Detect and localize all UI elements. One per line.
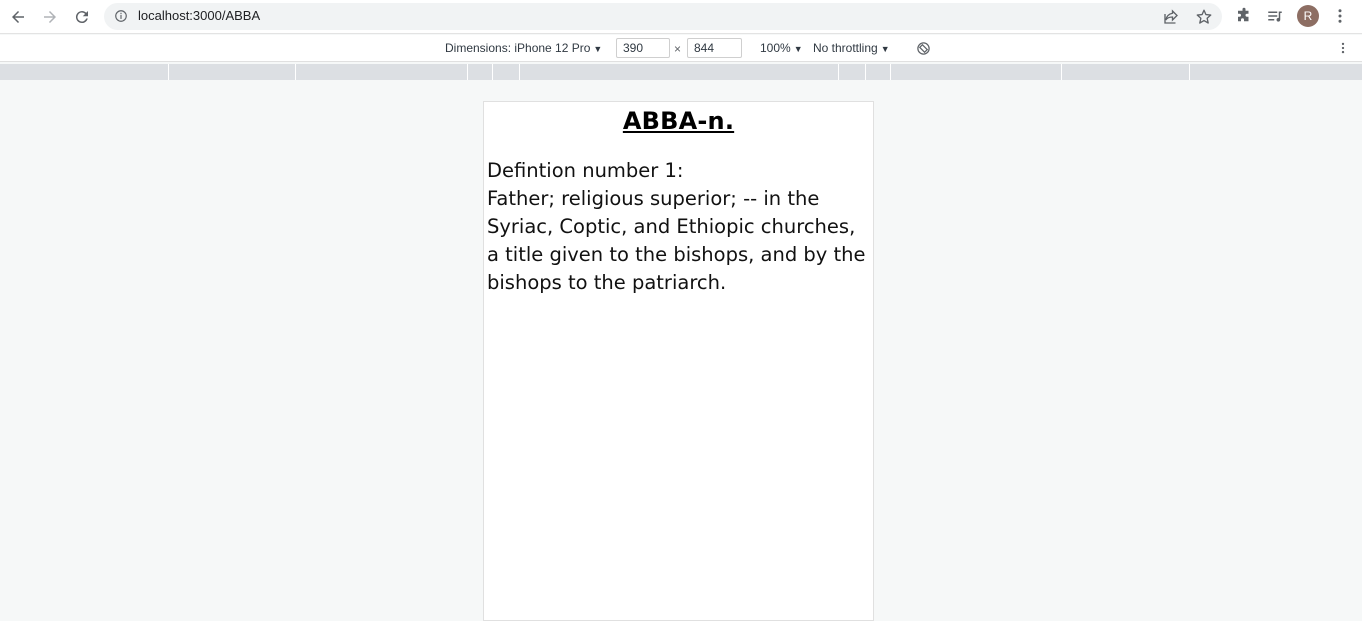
zoom-dropdown[interactable]: 100% ▼ [760,41,803,55]
definition-block: Defintion number 1: Father; religious su… [487,157,873,297]
forward-button[interactable] [37,4,63,30]
zoom-label: 100% [760,41,791,55]
profile-avatar[interactable]: R [1297,5,1319,27]
media-query-divider [1189,64,1190,80]
times-symbol: × [674,42,682,56]
caret-down-icon: ▼ [593,44,603,54]
definition-heading: Defintion number 1: [487,159,684,182]
media-query-divider [492,64,493,80]
url-text[interactable]: localhost:3000/ABBA [138,8,260,23]
definition-text: Father; religious superior; -- in the Sy… [487,187,866,294]
media-query-divider [890,64,891,80]
arrow-left-icon [12,11,24,23]
width-input[interactable]: 390 [616,38,670,58]
caret-down-icon: ▼ [880,44,890,54]
height-input[interactable]: 844 [687,38,742,58]
rotate-icon[interactable] [916,41,931,56]
media-query-divider [1061,64,1062,80]
media-query-divider [467,64,468,80]
star-icon[interactable] [1195,8,1213,26]
arrow-right-icon [44,11,56,23]
media-queue-icon[interactable] [1266,7,1284,25]
share-icon[interactable] [1162,8,1180,26]
media-query-divider [838,64,839,80]
caret-down-icon: ▼ [793,44,803,54]
reload-button[interactable] [69,4,95,30]
media-query-divider [519,64,520,80]
avatar-initial: R [1303,9,1313,23]
more-vertical-icon[interactable] [1336,40,1350,56]
extensions-puzzle-icon[interactable] [1235,7,1253,25]
media-query-bar[interactable] [0,64,1362,80]
media-query-divider [295,64,296,80]
address-bar[interactable]: localhost:3000/ABBA [104,3,1222,30]
media-query-divider [865,64,866,80]
reload-icon [75,11,88,24]
back-button[interactable] [5,4,31,30]
info-icon[interactable] [114,9,128,23]
dimensions-label: Dimensions: iPhone 12 Pro [445,41,591,55]
more-vertical-icon[interactable] [1331,7,1349,25]
browser-toolbar: localhost:3000/ABBA R [0,0,1362,34]
dimensions-dropdown[interactable]: Dimensions: iPhone 12 Pro ▼ [445,41,602,55]
throttling-label: No throttling [813,41,878,55]
device-viewport: ABBA-n. Defintion number 1: Father; reli… [483,101,874,621]
throttling-dropdown[interactable]: No throttling ▼ [813,41,890,55]
media-query-divider [168,64,169,80]
page-title: ABBA-n. [622,107,735,135]
device-toolbar: Dimensions: iPhone 12 Pro ▼ 390 × 844 100… [0,35,1362,62]
